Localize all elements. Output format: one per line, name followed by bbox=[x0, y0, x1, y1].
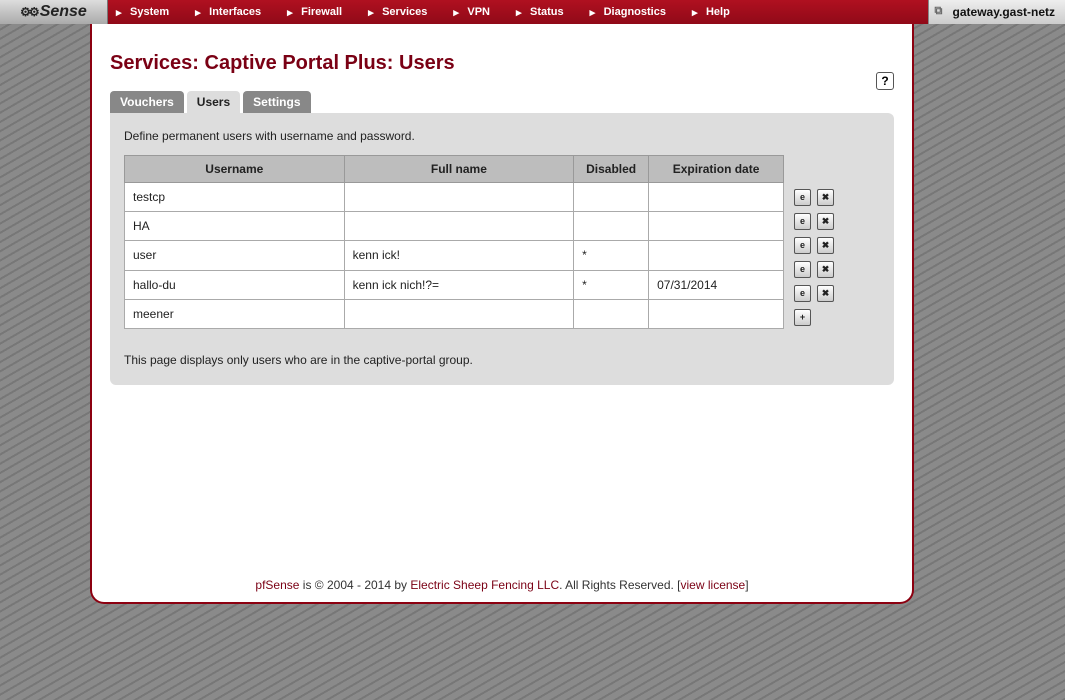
nav-firewall[interactable]: Firewall bbox=[279, 6, 360, 18]
cell-disabled bbox=[574, 212, 649, 241]
cell-fullname: kenn ick nich!?= bbox=[344, 270, 574, 299]
col-disabled: Disabled bbox=[574, 156, 649, 183]
col-fullname: Full name bbox=[344, 156, 574, 183]
cell-expiration: 07/31/2014 bbox=[649, 270, 784, 299]
logo-icon: ⚙⚙ bbox=[20, 5, 38, 19]
tab-vouchers[interactable]: Vouchers bbox=[110, 91, 184, 113]
cell-expiration bbox=[649, 299, 784, 328]
edit-icon[interactable]: e bbox=[794, 189, 811, 206]
nav-diagnostics[interactable]: Diagnostics bbox=[582, 6, 684, 18]
cell-fullname bbox=[344, 183, 574, 212]
table-row: HA bbox=[125, 212, 784, 241]
delete-icon[interactable]: ✖ bbox=[817, 261, 834, 278]
content-box: Define permanent users with username and… bbox=[110, 113, 894, 385]
intro-text: Define permanent users with username and… bbox=[124, 129, 880, 143]
nav-services[interactable]: Services bbox=[360, 6, 445, 18]
tab-settings[interactable]: Settings bbox=[243, 91, 310, 113]
col-username: Username bbox=[125, 156, 345, 183]
add-icon[interactable]: + bbox=[794, 309, 811, 326]
cell-disabled bbox=[574, 183, 649, 212]
delete-icon[interactable]: ✖ bbox=[817, 213, 834, 230]
edit-icon[interactable]: e bbox=[794, 237, 811, 254]
cell-username: meener bbox=[125, 299, 345, 328]
logo[interactable]: ⚙⚙ Sense bbox=[0, 0, 108, 24]
edit-icon[interactable]: e bbox=[794, 285, 811, 302]
nav-help[interactable]: Help bbox=[684, 6, 748, 18]
cell-expiration bbox=[649, 212, 784, 241]
cell-expiration bbox=[649, 183, 784, 212]
tab-users[interactable]: Users bbox=[187, 91, 240, 113]
nav-status[interactable]: Status bbox=[508, 6, 582, 18]
cell-disabled: * bbox=[574, 241, 649, 270]
users-table: Username Full name Disabled Expiration d… bbox=[124, 155, 784, 329]
table-row: hallo-dukenn ick nich!?=*07/31/2014 bbox=[125, 270, 784, 299]
cell-expiration bbox=[649, 241, 784, 270]
table-row: testcp bbox=[125, 183, 784, 212]
cell-disabled bbox=[574, 299, 649, 328]
hostname-text: gateway.gast-netz bbox=[953, 5, 1055, 19]
cell-username: user bbox=[125, 241, 345, 270]
cell-fullname bbox=[344, 212, 574, 241]
page-title: Services: Captive Portal Plus: Users bbox=[110, 52, 894, 75]
cell-fullname bbox=[344, 299, 574, 328]
nav-vpn[interactable]: VPN bbox=[445, 6, 508, 18]
nav-interfaces[interactable]: Interfaces bbox=[187, 6, 279, 18]
footer-license[interactable]: view license bbox=[681, 578, 746, 592]
main-nav: System Interfaces Firewall Services VPN … bbox=[108, 0, 928, 24]
help-icon[interactable]: ? bbox=[876, 72, 894, 90]
delete-icon[interactable]: ✖ bbox=[817, 189, 834, 206]
table-row: meener bbox=[125, 299, 784, 328]
cell-username: hallo-du bbox=[125, 270, 345, 299]
logo-text: Sense bbox=[40, 3, 87, 21]
nav-system[interactable]: System bbox=[108, 6, 187, 18]
col-expiration: Expiration date bbox=[649, 156, 784, 183]
footer-brand[interactable]: pfSense bbox=[255, 578, 299, 592]
footer-company[interactable]: Electric Sheep Fencing LLC bbox=[410, 578, 559, 592]
cell-fullname: kenn ick! bbox=[344, 241, 574, 270]
delete-icon[interactable]: ✖ bbox=[817, 237, 834, 254]
cell-username: HA bbox=[125, 212, 345, 241]
tabs: Vouchers Users Settings bbox=[110, 91, 894, 113]
delete-icon[interactable]: ✖ bbox=[817, 285, 834, 302]
edit-icon[interactable]: e bbox=[794, 213, 811, 230]
edit-icon[interactable]: e bbox=[794, 261, 811, 278]
hostname-box[interactable]: ⧉ gateway.gast-netz bbox=[928, 0, 1065, 24]
main-panel: Services: Captive Portal Plus: Users ? V… bbox=[90, 24, 914, 604]
network-icon: ⧉ bbox=[935, 5, 949, 19]
note-text: This page displays only users who are in… bbox=[124, 353, 880, 367]
cell-disabled: * bbox=[574, 270, 649, 299]
footer: pfSense is © 2004 - 2014 by Electric She… bbox=[92, 578, 912, 592]
cell-username: testcp bbox=[125, 183, 345, 212]
table-row: userkenn ick!* bbox=[125, 241, 784, 270]
